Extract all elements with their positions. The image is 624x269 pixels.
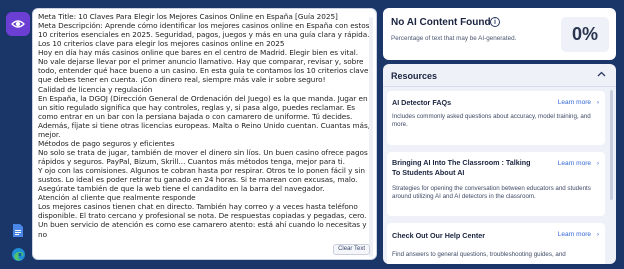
chevron-up-icon[interactable]	[597, 70, 606, 79]
learn-more-link[interactable]: Learn more	[558, 160, 591, 167]
editor-scrollbar[interactable]	[369, 17, 373, 257]
app-window: Meta Title: 10 Claves Para Elegir los Me…	[0, 0, 624, 269]
resource-card[interactable]: AI Detector FAQs Learn more › Includes c…	[387, 91, 605, 145]
info-icon[interactable]: i	[490, 17, 500, 27]
eye-icon[interactable]	[6, 12, 30, 36]
resources-title: Resources	[391, 71, 438, 81]
learn-more-link[interactable]: Learn more	[558, 231, 591, 238]
text-editor[interactable]: Meta Title: 10 Claves Para Elegir los Me…	[32, 8, 377, 260]
card-description: Includes commonly asked questions about …	[392, 113, 591, 129]
document-icon[interactable]	[6, 218, 30, 242]
result-panel: No AI Content Found i Percentage of text…	[383, 8, 616, 60]
chevron-right-icon[interactable]: ›	[597, 99, 599, 106]
chevron-right-icon[interactable]: ›	[597, 231, 599, 238]
learn-more-link[interactable]: Learn more	[558, 99, 591, 106]
card-title[interactable]: AI Detector FAQs	[392, 98, 451, 108]
left-toolbar	[4, 8, 32, 264]
result-subtitle: Percentage of text that may be AI-genera…	[391, 35, 517, 42]
ai-score: 0%	[561, 17, 609, 52]
editor-text[interactable]: Meta Title: 10 Claves Para Elegir los Me…	[38, 12, 370, 258]
clear-text-button[interactable]: Clear Text	[333, 244, 370, 255]
edge-browser-icon[interactable]	[6, 242, 30, 266]
card-description: Strategies for opening the conversation …	[392, 185, 591, 201]
card-title[interactable]: Check Out Our Help Center	[392, 231, 485, 241]
resource-card[interactable]: Check Out Our Help Center Learn more › F…	[387, 223, 605, 264]
resources-scrollbar[interactable]	[610, 90, 613, 200]
chevron-right-icon[interactable]: ›	[597, 160, 599, 167]
card-description: Find answers to general questions, troub…	[392, 251, 566, 258]
resource-card[interactable]: Bringing AI Into The Classroom : Talking…	[387, 152, 605, 216]
card-title[interactable]: Bringing AI Into The Classroom : Talking…	[392, 158, 532, 177]
result-title: No AI Content Found	[391, 17, 491, 28]
divider	[383, 86, 616, 87]
resources-panel: Resources AI Detector FAQs Learn more › …	[383, 64, 616, 264]
